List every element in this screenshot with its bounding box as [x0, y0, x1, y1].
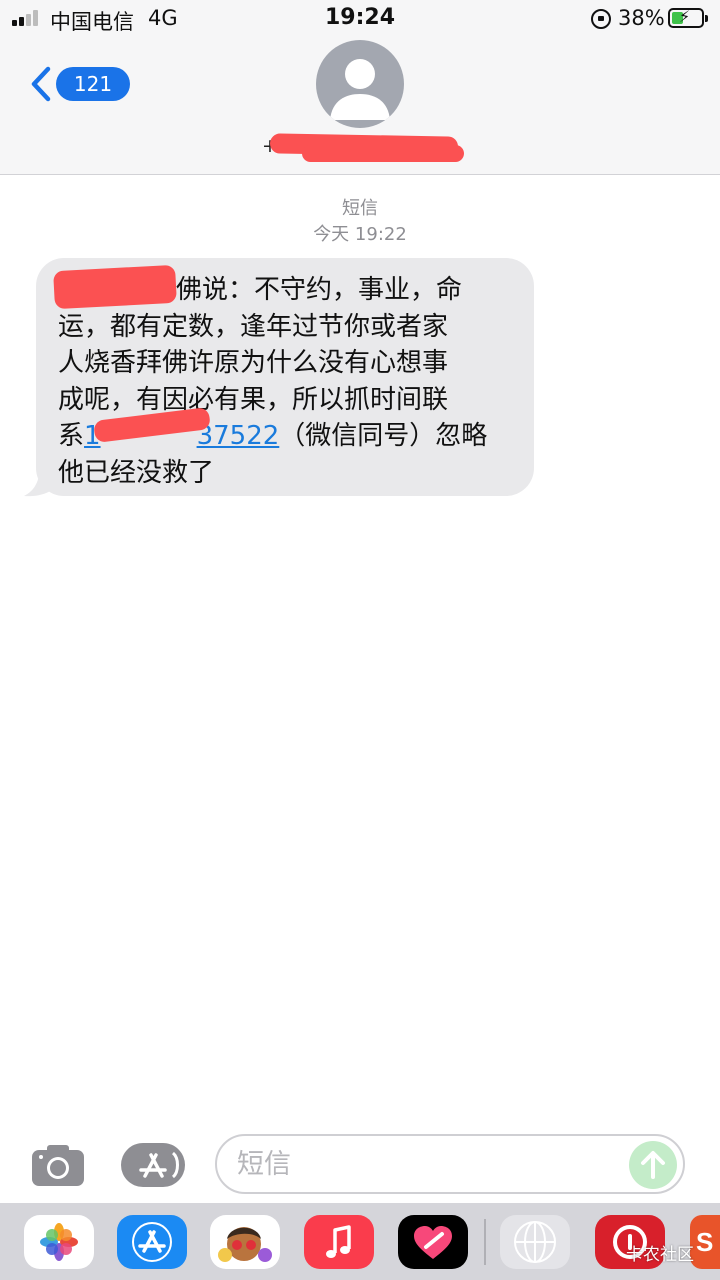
- message-text-fragment: 系: [58, 421, 85, 451]
- redaction-mark: [53, 264, 177, 310]
- battery-percentage: 38%: [618, 6, 665, 30]
- conversation-header: 中国电信 4G 19:24 38% ⚡ 121 +86: [0, 0, 720, 175]
- battery-icon: ⚡: [668, 7, 708, 28]
- service-label: 短信: [342, 198, 378, 219]
- memoji-app-icon[interactable]: [210, 1215, 280, 1269]
- incoming-message-bubble[interactable]: 佛说：不守约，事业，命 运，都有定数，逢年过节你或者家 人烧香拜佛许原为什么没有…: [36, 258, 534, 496]
- camera-button[interactable]: [31, 1143, 85, 1187]
- contact-avatar[interactable]: [316, 40, 404, 128]
- message-line: 他已经没救了: [58, 457, 215, 488]
- status-bar: 中国电信 4G 19:24 38% ⚡: [0, 0, 720, 38]
- send-button[interactable]: [629, 1141, 677, 1189]
- photos-app-icon[interactable]: [24, 1215, 94, 1269]
- arrow-up-icon: [641, 1151, 665, 1179]
- message-text-fragment: （微信同号）忽略: [279, 421, 488, 451]
- rotation-lock-icon: [591, 9, 611, 29]
- thread-meta: 短信 今天 19:22: [0, 197, 720, 247]
- status-time: 19:24: [324, 5, 396, 30]
- app-store-button[interactable]: [121, 1143, 185, 1187]
- app-drawer: S: [0, 1203, 720, 1280]
- camera-icon: [32, 1145, 84, 1186]
- message-line: 人烧香拜佛许原为什么没有心想事: [58, 348, 449, 378]
- message-line: 成呢，有因必有果，所以抓时间联: [58, 384, 449, 415]
- watermark-text: 卡农社区: [626, 1245, 694, 1265]
- app-store-app-icon[interactable]: [117, 1215, 187, 1269]
- back-button[interactable]: 121: [26, 62, 130, 106]
- charging-bolt-icon: ⚡: [679, 7, 691, 26]
- message-input[interactable]: [215, 1134, 685, 1194]
- redaction-mark: [302, 145, 464, 162]
- person-icon: [330, 59, 390, 120]
- music-app-icon[interactable]: [304, 1215, 374, 1269]
- unread-count-badge: 121: [56, 67, 130, 101]
- app-store-icon: [139, 1151, 179, 1179]
- phone-number-end: 37522: [196, 421, 280, 451]
- unknown-app-icon[interactable]: [500, 1215, 570, 1269]
- digital-touch-app-icon[interactable]: [398, 1215, 468, 1269]
- drawer-divider: [484, 1219, 486, 1265]
- message-timestamp: 今天 19:22: [313, 224, 407, 245]
- chevron-left-icon: [31, 66, 51, 102]
- messages-screen: 中国电信 4G 19:24 38% ⚡ 121 +86: [0, 0, 720, 1280]
- partial-app-icon[interactable]: S: [690, 1215, 720, 1269]
- message-line: 运，都有定数，逢年过节你或者家: [58, 311, 449, 342]
- svg-text:S: S: [696, 1227, 713, 1257]
